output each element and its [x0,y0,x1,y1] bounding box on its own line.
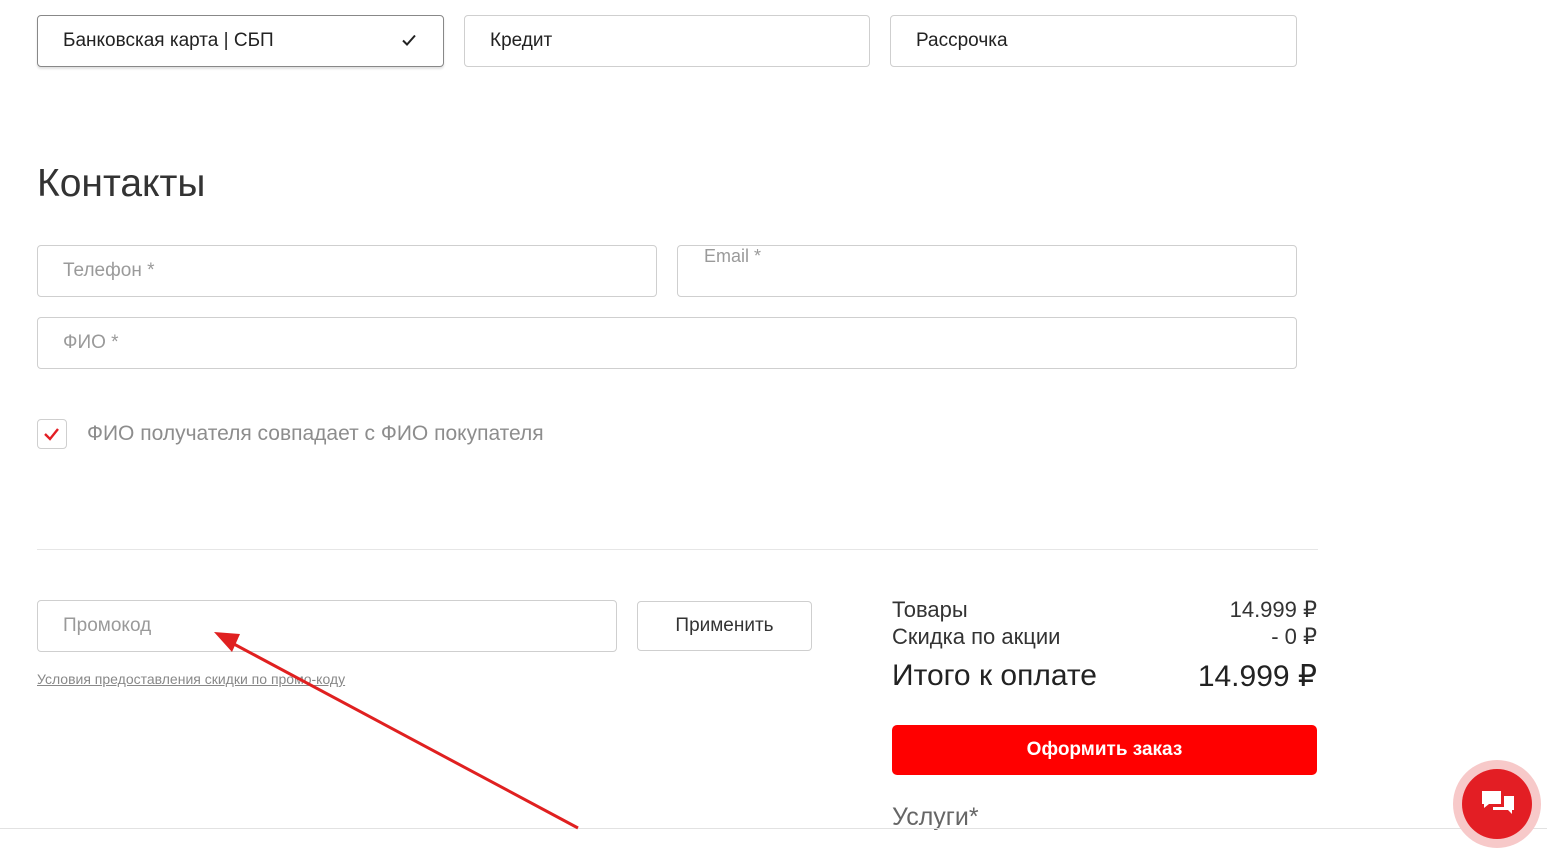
annotation-arrow [214,632,579,830]
